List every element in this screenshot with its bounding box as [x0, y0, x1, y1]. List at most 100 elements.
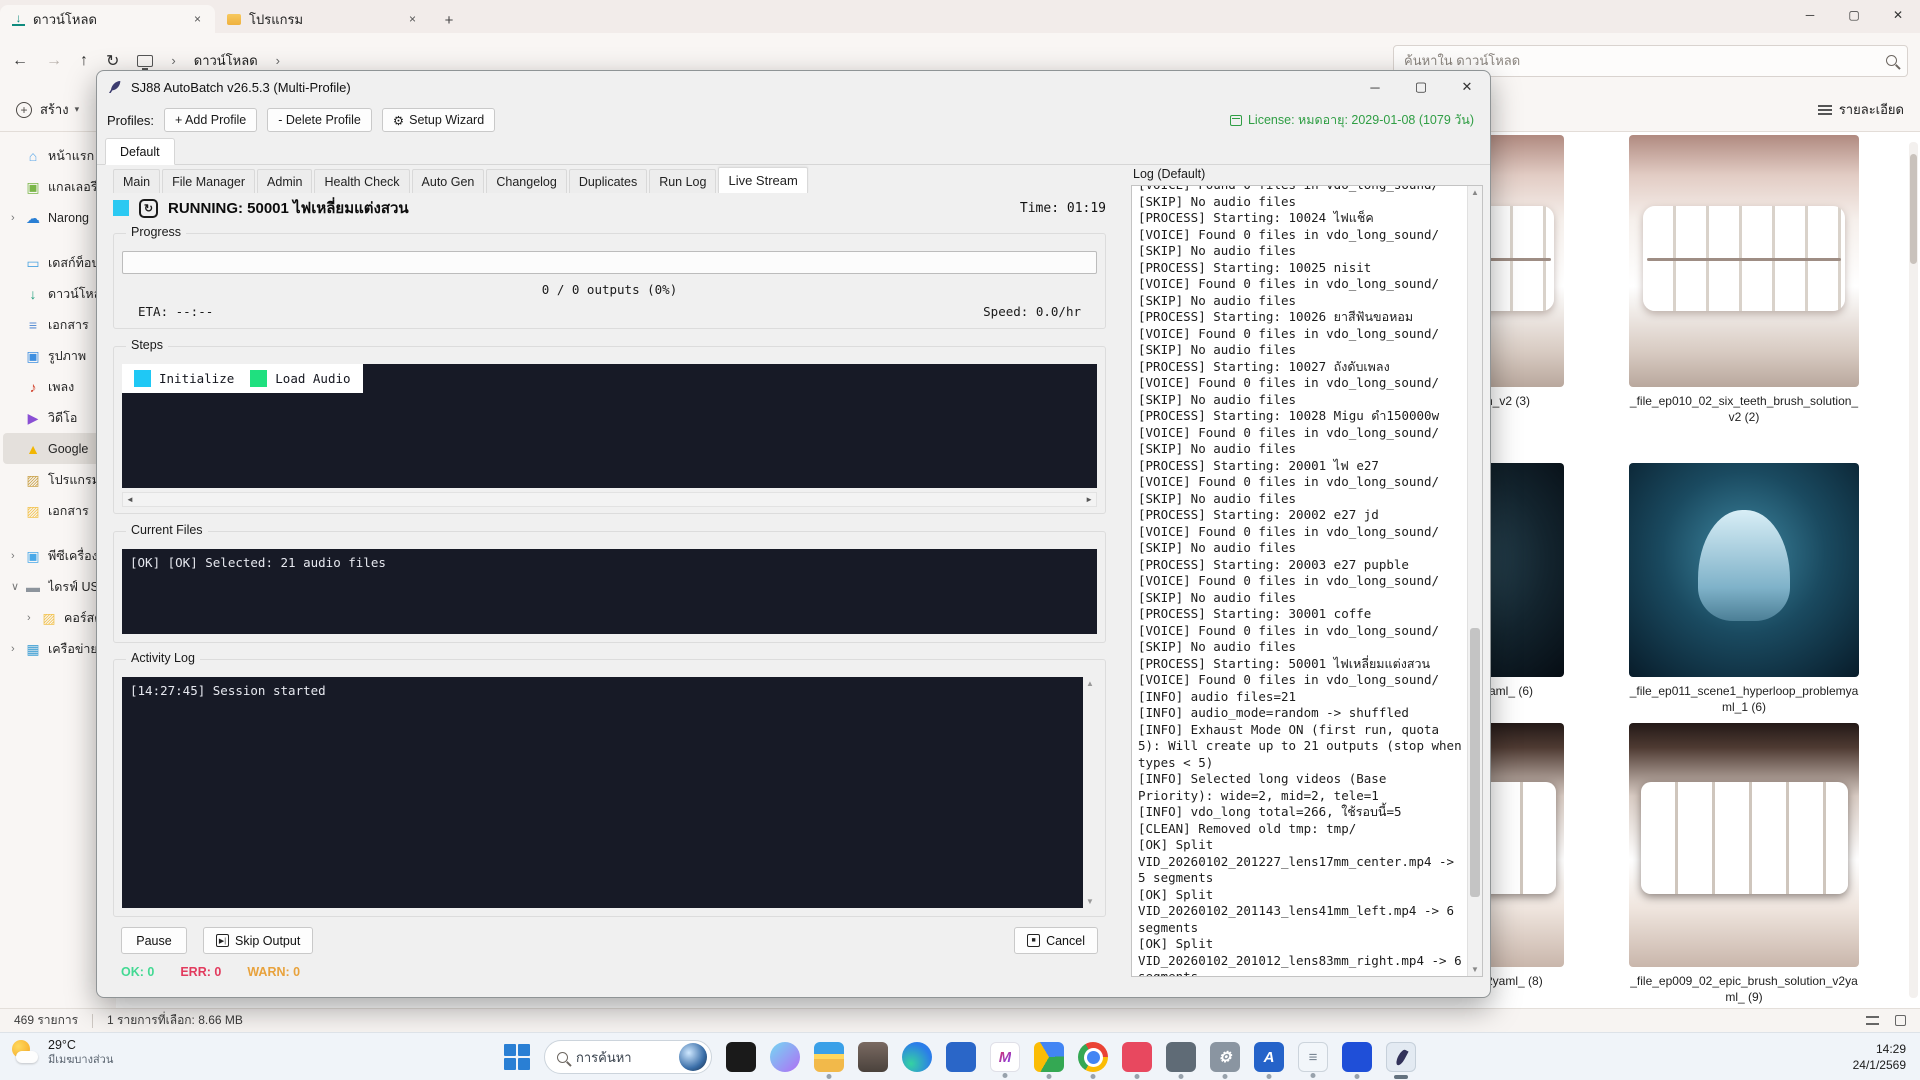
taskbar-snipping-icon[interactable] — [1166, 1042, 1196, 1072]
app-title-bar[interactable]: SJ88 AutoBatch v26.5.3 (Multi-Profile) ─… — [97, 71, 1490, 103]
list-view-icon[interactable] — [1866, 1016, 1879, 1025]
cancel-button[interactable]: ■ Cancel — [1014, 927, 1098, 954]
new-tab-button[interactable]: + — [436, 7, 462, 33]
breadcrumb[interactable]: ดาวน์โหลด — [194, 50, 258, 71]
maximize-icon[interactable]: ▢ — [1398, 71, 1444, 103]
file-name: _file_ep011_scene1_hyperloop_problemyaml… — [1629, 684, 1859, 714]
activity-log-groupbox: Activity Log [14:27:45] Session started … — [113, 651, 1106, 917]
vertical-scrollbar[interactable]: ▲ ▼ — [1083, 677, 1097, 908]
tab-main[interactable]: Main — [113, 169, 161, 193]
close-tab-icon[interactable]: × — [405, 12, 420, 26]
log-line: [VOICE] Found 0 files in vdo_long_sound/ — [1138, 276, 1440, 291]
tab-changelog[interactable]: Changelog — [486, 169, 567, 193]
maximize-icon[interactable]: ▢ — [1832, 0, 1876, 30]
location-icon — [137, 54, 154, 70]
pause-button[interactable]: Pause — [121, 927, 187, 954]
expander-icon[interactable]: › — [11, 643, 15, 655]
scroll-down-icon[interactable]: ▼ — [1468, 965, 1482, 974]
expander-icon[interactable]: ∨ — [11, 580, 19, 593]
new-button[interactable]: สร้าง — [40, 99, 69, 120]
close-tab-icon[interactable]: × — [190, 12, 205, 26]
add-profile-button[interactable]: + Add Profile — [163, 108, 258, 132]
tab-live-stream[interactable]: Live Stream — [718, 167, 808, 193]
taskbar-copilot-icon[interactable] — [770, 1042, 800, 1072]
legend-load-audio: Load Audio — [250, 370, 351, 387]
profile-tab-default[interactable]: Default — [105, 138, 175, 165]
explorer-tab-downloads[interactable]: ↓ ดาวน์โหลด × — [0, 5, 215, 33]
details-button[interactable]: รายละเอียด — [1817, 99, 1904, 120]
back-icon[interactable]: ← — [12, 52, 28, 70]
tab-admin[interactable]: Admin — [257, 169, 313, 193]
error-counter: ERR: 0 — [180, 965, 222, 979]
sidebar-item-label: หน้าแรก — [48, 148, 95, 163]
explorer-tab-bar: ↓ ดาวน์โหลด × โปรแกรม × + ─ ▢ ✕ — [0, 0, 1920, 33]
tab-label: โปรแกรม — [249, 11, 304, 27]
minimize-icon[interactable]: ─ — [1352, 71, 1398, 103]
taskbar-feather-icon[interactable] — [1386, 1042, 1416, 1072]
setup-wizard-button[interactable]: ⚙ Setup Wizard — [381, 108, 496, 132]
start-button[interactable] — [504, 1044, 530, 1070]
tray-date: 24/1/2569 — [1852, 1058, 1906, 1073]
tab-auto-gen[interactable]: Auto Gen — [411, 169, 485, 193]
taskbar-settings-icon[interactable]: ⚙ — [1210, 1042, 1240, 1072]
close-icon[interactable]: ✕ — [1876, 0, 1920, 30]
log-panel[interactable]: [VOICE] Found 0 files in vdo_long_sound/… — [1131, 185, 1483, 977]
tab-file-manager[interactable]: File Manager — [162, 169, 256, 193]
horizontal-scrollbar[interactable]: ◄ ► — [122, 492, 1097, 507]
log-line: [PROCESS] Starting: 10024 ไฟแช็ค — [1138, 210, 1374, 225]
minimize-icon[interactable]: ─ — [1788, 0, 1832, 30]
scroll-left-icon[interactable]: ◄ — [126, 495, 134, 504]
expander-icon[interactable]: › — [27, 612, 31, 624]
taskbar-explorer-icon[interactable] — [814, 1042, 844, 1072]
log-scrollbar[interactable]: ▲ ▼ — [1467, 186, 1482, 976]
forward-icon[interactable]: → — [46, 52, 62, 70]
skip-output-button[interactable]: ▶| Skip Output — [203, 927, 314, 954]
search-label: การค้นหา — [576, 1049, 632, 1065]
result-counters: OK: 0 ERR: 0 WARN: 0 — [121, 965, 300, 979]
system-tray-clock[interactable]: 14:29 24/1/2569 — [1853, 1041, 1906, 1073]
taskbar-photos-icon[interactable] — [726, 1042, 756, 1072]
taskbar-app-pink-icon[interactable] — [1122, 1042, 1152, 1072]
log-line: [SKIP] No audio files — [1138, 342, 1297, 357]
tab-duplicates[interactable]: Duplicates — [568, 169, 648, 193]
expander-icon[interactable]: › — [11, 212, 15, 224]
scroll-right-icon[interactable]: ► — [1085, 495, 1093, 504]
load-audio-color-swatch — [250, 370, 268, 387]
taskbar-chrome-icon[interactable] — [1078, 1042, 1108, 1072]
log-line: [INFO] Exhaust Mode ON (first run, quota… — [1138, 721, 1462, 770]
taskbar-search[interactable]: การค้นหา — [544, 1040, 712, 1074]
file-thumbnail[interactable]: _file_ep010_02_six_teeth_brush_solution_… — [1629, 135, 1859, 425]
sidebar-item-icon: ♪ — [29, 378, 37, 395]
file-thumbnail[interactable]: _file_ep009_02_epic_brush_solution_v2yam… — [1629, 723, 1859, 1005]
file-thumbnail[interactable]: _file_ep011_scene1_hyperloop_problemyaml… — [1629, 463, 1859, 715]
close-icon[interactable]: ✕ — [1444, 71, 1490, 103]
log-line: [PROCESS] Starting: 20002 e27 jd — [1138, 507, 1379, 522]
log-line: [PROCESS] Starting: 20001 ไฟ e27 — [1138, 457, 1379, 473]
scrollbar-thumb[interactable] — [1470, 628, 1480, 897]
taskbar-drive-icon[interactable] — [1034, 1042, 1064, 1072]
taskbar-edge-icon[interactable] — [902, 1042, 932, 1072]
taskbar-calculator-icon[interactable] — [858, 1042, 888, 1072]
scrollbar[interactable] — [1909, 142, 1918, 998]
up-icon[interactable]: ↑ — [80, 52, 88, 70]
steps-canvas: Initialize Load Audio — [122, 364, 1097, 488]
scroll-down-icon[interactable]: ▼ — [1086, 897, 1094, 906]
tab-run-log[interactable]: Run Log — [649, 169, 717, 193]
sidebar-item-label: พีซีเครื่อง — [48, 548, 98, 563]
taskbar-app-blue-icon[interactable] — [946, 1042, 976, 1072]
view-toggles — [1866, 1015, 1906, 1026]
refresh-icon[interactable]: ↻ — [106, 51, 119, 71]
log-line: [VOICE] Found 0 files in vdo_long_sound/ — [1138, 523, 1440, 539]
taskbar-pen-icon[interactable] — [1342, 1042, 1372, 1072]
scroll-up-icon[interactable]: ▲ — [1468, 188, 1482, 197]
grid-view-icon[interactable] — [1895, 1015, 1906, 1026]
scroll-up-icon[interactable]: ▲ — [1086, 679, 1094, 688]
taskbar-notes-icon[interactable]: ≡ — [1298, 1042, 1328, 1072]
tab-health-check[interactable]: Health Check — [314, 169, 410, 193]
expander-icon[interactable]: › — [11, 550, 15, 562]
steps-title: Steps — [126, 338, 168, 352]
taskbar-clipchamp-icon[interactable]: M — [990, 1042, 1020, 1072]
delete-profile-button[interactable]: - Delete Profile — [267, 108, 372, 132]
taskbar-app-aa-icon[interactable]: A — [1254, 1042, 1284, 1072]
explorer-tab-program[interactable]: โปรแกรม × — [215, 5, 430, 33]
